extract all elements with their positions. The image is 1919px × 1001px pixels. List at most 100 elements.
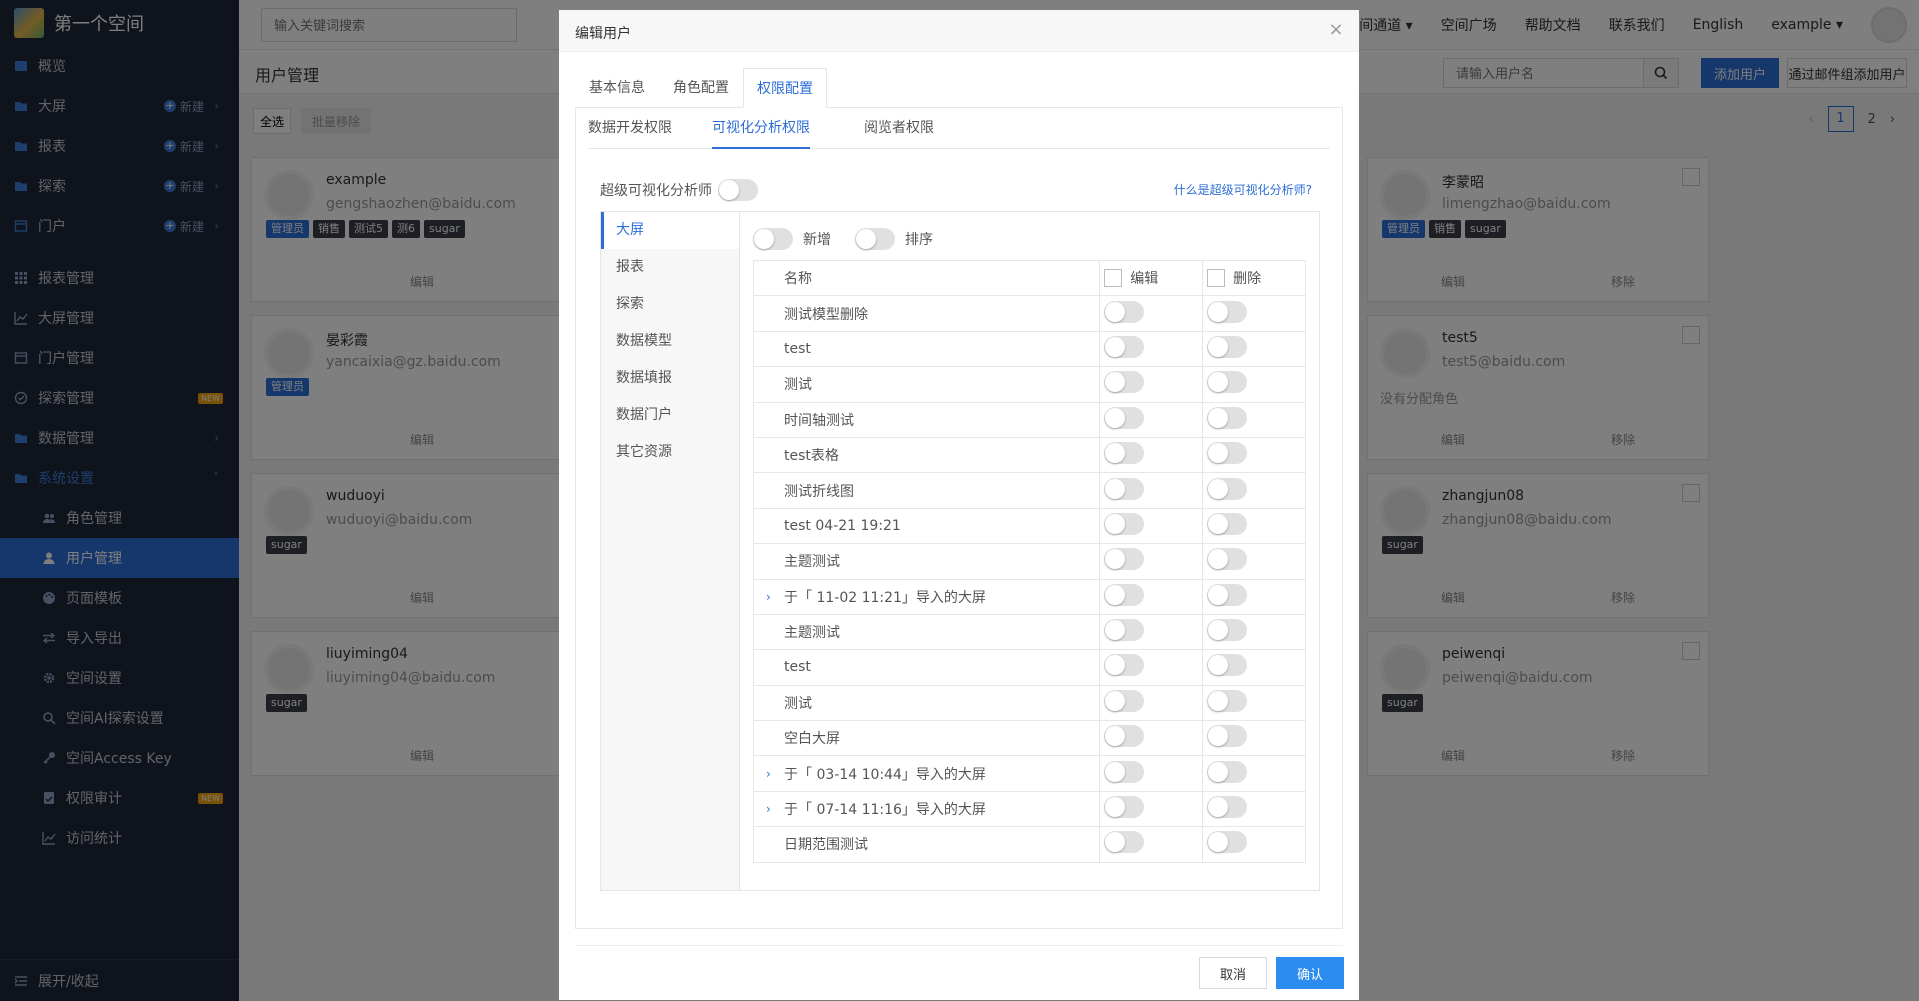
resource-name-cell: 日期范围测试 [753,826,1100,863]
subtab-data-dev[interactable]: 数据开发权限 [588,107,672,149]
resource-name: 测试 [784,695,812,712]
resource-name: test [784,659,811,676]
chevron-right-icon[interactable]: › [766,767,771,781]
edit-toggle[interactable] [1104,654,1145,677]
resource-type-2[interactable]: 探索 [601,286,739,323]
resource-name: 时间轴测试 [784,412,854,429]
resource-name: 测试 [784,377,812,394]
cancel-button[interactable]: 取消 [1199,957,1267,989]
edit-toggle[interactable] [1104,300,1145,323]
resource-name-cell: test表格 [753,437,1100,474]
edit-toggle[interactable] [1104,583,1145,606]
delete-toggle[interactable] [1207,442,1248,465]
delete-toggle[interactable] [1207,512,1248,535]
resource-name-cell: test [753,331,1100,368]
add-toggle[interactable] [753,228,793,250]
edit-toggle[interactable] [1104,760,1145,783]
delete-toggle[interactable] [1207,406,1248,429]
chevron-right-icon[interactable]: › [766,802,771,816]
confirm-button[interactable]: 确认 [1276,957,1344,989]
delete-toggle[interactable] [1207,760,1248,783]
resource-type-5[interactable]: 数据门户 [601,397,739,434]
add-toggle-label: 新增 [803,232,831,248]
resource-name-cell: 主题测试 [753,614,1100,651]
col-edit: 编辑 [1099,260,1203,297]
super-analyst-toggle[interactable] [718,179,758,201]
edit-toggle[interactable] [1104,689,1145,712]
edit-toggle[interactable] [1104,796,1145,819]
table-row: 测试 [753,366,1306,403]
delete-toggle[interactable] [1207,300,1248,323]
edit-toggle[interactable] [1104,512,1145,535]
edit-toggle[interactable] [1104,548,1145,571]
delete-toggle[interactable] [1207,583,1248,606]
delete-cell [1202,402,1306,438]
resource-name-cell: 主题测试 [753,543,1100,580]
delete-all-checkbox[interactable] [1207,269,1226,288]
permission-panel: 数据开发权限 可视化分析权限 阅览者权限 超级可视化分析师 什么是超级可视化分析… [575,107,1343,929]
permission-subtabs: 数据开发权限 可视化分析权限 阅览者权限 [588,107,1330,149]
delete-cell [1202,720,1306,757]
resource-name: test 04-21 19:21 [784,517,901,534]
delete-toggle[interactable] [1207,831,1248,854]
resource-name-cell: 测试折线图 [753,472,1100,509]
delete-toggle[interactable] [1207,371,1248,394]
resource-name-cell: 测试 [753,366,1100,403]
delete-toggle[interactable] [1207,689,1248,712]
edit-toggle[interactable] [1104,442,1145,465]
edit-cell [1099,649,1203,686]
close-icon[interactable]: × [1327,21,1345,40]
resource-name: 于「 11-02 11:21」导入的大屏 [784,589,986,606]
delete-cell [1202,543,1306,580]
table-row: 主题测试 [753,614,1306,651]
edit-cell [1099,755,1203,792]
sort-toggle[interactable] [855,228,895,250]
edit-toggle[interactable] [1104,725,1145,748]
permission-table: 名称 编辑 删除 测试模型删除 test 测试 时间轴测试 test表格 测试折线图 tes… [753,260,1306,863]
subtab-viewer[interactable]: 阅览者权限 [864,107,934,149]
edit-toggle[interactable] [1104,335,1145,358]
edit-cell [1099,437,1203,474]
edit-toggle[interactable] [1104,477,1145,500]
edit-toggle[interactable] [1104,371,1145,394]
resource-type-1[interactable]: 报表 [601,249,739,286]
resource-type-4[interactable]: 数据填报 [601,360,739,397]
delete-toggle[interactable] [1207,796,1248,819]
delete-toggle[interactable] [1207,654,1248,677]
table-row: 日期范围测试 [753,826,1306,863]
resource-name: 于「 07-14 11:16」导入的大屏 [784,802,986,819]
edit-cell [1099,366,1203,403]
delete-toggle[interactable] [1207,477,1248,500]
chevron-right-icon[interactable]: › [766,590,771,604]
table-row: 测试模型删除 [753,295,1306,332]
resource-name: 主题测试 [784,554,840,571]
delete-toggle[interactable] [1207,619,1248,642]
tab-role-config[interactable]: 角色配置 [659,68,743,108]
delete-toggle[interactable] [1207,548,1248,571]
resource-type-6[interactable]: 其它资源 [601,434,739,471]
edit-cell [1099,720,1203,757]
resource-name: 测试折线图 [784,483,854,500]
sort-toggle-label: 排序 [905,232,933,248]
table-row: 空白大屏 [753,720,1306,757]
tab-permission-config[interactable]: 权限配置 [743,68,827,108]
resource-type-3[interactable]: 数据模型 [601,323,739,360]
table-header-row: 名称 编辑 删除 [753,260,1306,297]
edit-toggle[interactable] [1104,619,1145,642]
edit-all-checkbox[interactable] [1104,269,1123,288]
dialog-tabs: 基本信息 角色配置 权限配置 [575,68,1343,108]
subtab-visual-analysis[interactable]: 可视化分析权限 [712,107,810,149]
delete-toggle[interactable] [1207,335,1248,358]
dialog-header: 编辑用户 × [559,10,1359,52]
delete-cell [1202,366,1306,403]
tab-basic-info[interactable]: 基本信息 [575,68,659,108]
resource-type-0[interactable]: 大屏 [601,212,739,249]
super-analyst-help-link[interactable]: 什么是超级可视化分析师? [1174,181,1312,198]
edit-user-dialog: 编辑用户 × 基本信息 角色配置 权限配置 数据开发权限 可视化分析权限 阅览者… [559,10,1359,1000]
edit-toggle[interactable] [1104,406,1145,429]
delete-toggle[interactable] [1207,725,1248,748]
edit-toggle[interactable] [1104,831,1145,854]
table-row: › 于「 11-02 11:21」导入的大屏 [753,579,1306,615]
col-delete: 删除 [1202,260,1306,297]
resource-name-cell: 空白大屏 [753,720,1100,757]
